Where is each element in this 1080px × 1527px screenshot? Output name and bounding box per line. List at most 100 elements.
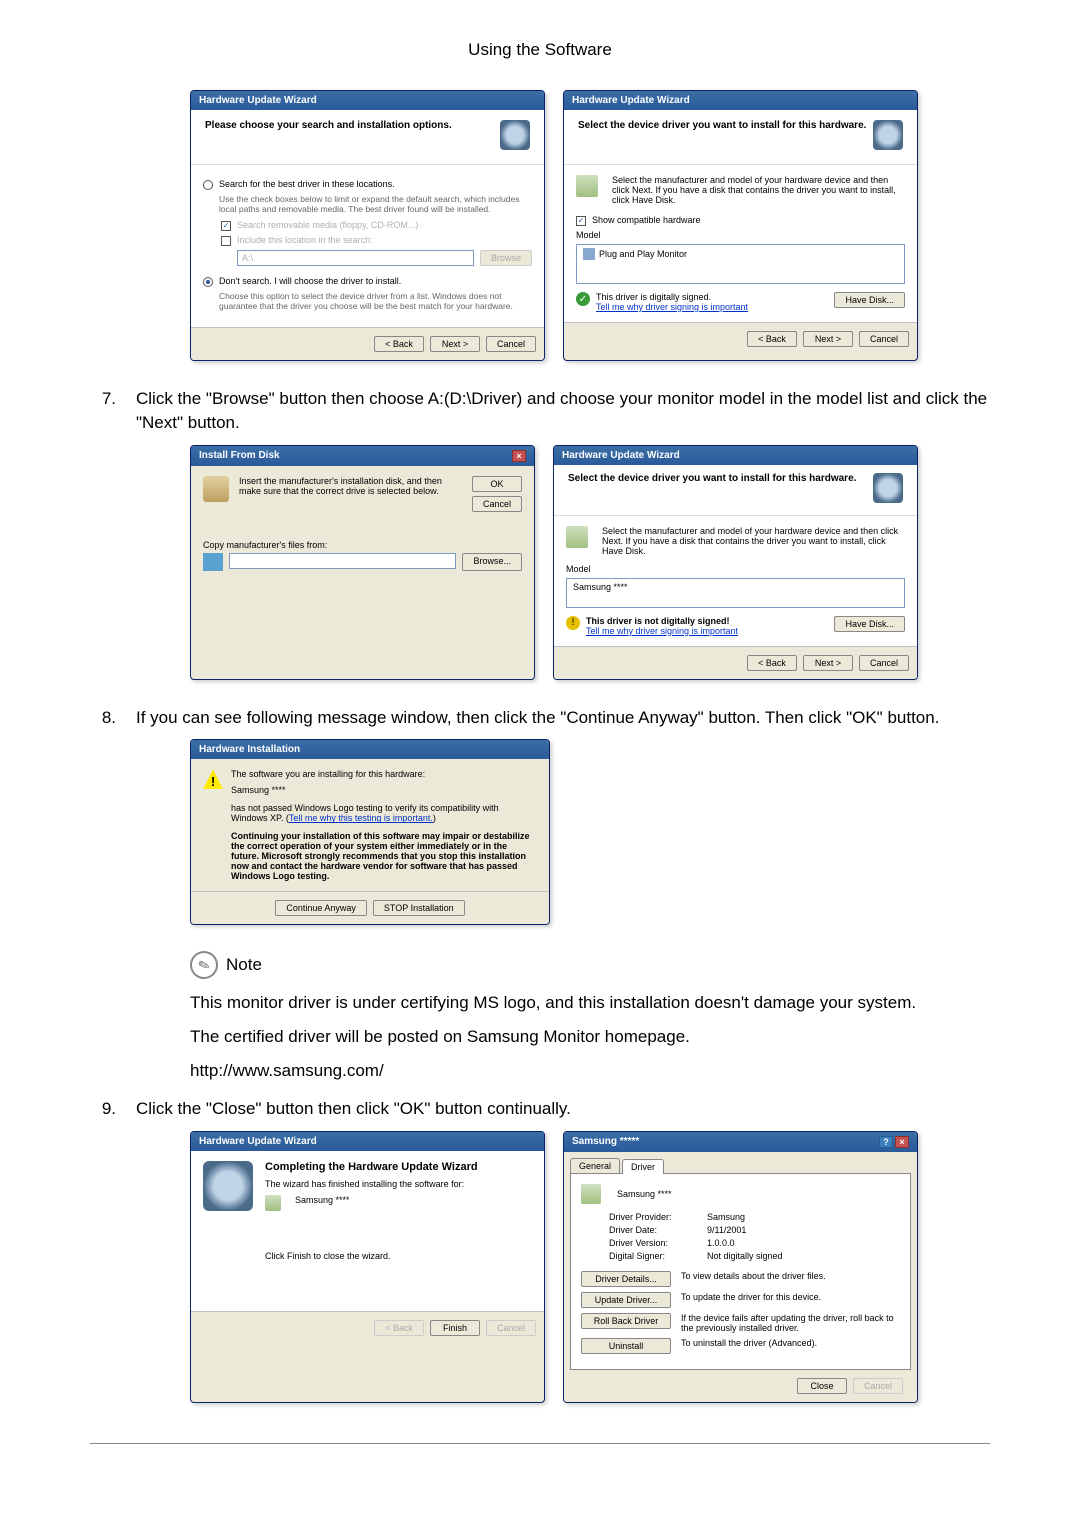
cancel-button: Cancel bbox=[853, 1378, 903, 1394]
dialog-heading: Please choose your search and installati… bbox=[205, 120, 452, 131]
dialog-title: Hardware Update Wizard bbox=[572, 95, 690, 106]
check-compatible-label: Show compatible hardware bbox=[592, 215, 701, 225]
path-input[interactable] bbox=[237, 250, 474, 266]
model-list[interactable]: Samsung **** bbox=[566, 578, 905, 608]
next-button[interactable]: Next > bbox=[803, 655, 853, 671]
next-button[interactable]: Next > bbox=[803, 331, 853, 347]
tab-driver[interactable]: Driver bbox=[622, 1159, 664, 1174]
dialog-title: Hardware Update Wizard bbox=[199, 1136, 317, 1147]
dialog-heading: Select the device driver you want to ins… bbox=[568, 473, 856, 484]
wizard-icon bbox=[873, 473, 903, 503]
dialog-search-options: Hardware Update Wizard Please choose you… bbox=[190, 90, 545, 361]
model-label: Model bbox=[566, 564, 905, 574]
device-name: Samsung **** bbox=[295, 1195, 350, 1211]
note-icon: ✎ bbox=[186, 947, 222, 983]
drive-icon bbox=[203, 553, 223, 571]
line1: The software you are installing for this… bbox=[231, 769, 537, 779]
dialog-completing-wizard: Hardware Update Wizard Completing the Ha… bbox=[190, 1131, 545, 1403]
cancel-button[interactable]: Cancel bbox=[859, 655, 909, 671]
provider-value: Samsung bbox=[707, 1212, 745, 1222]
back-button: < Back bbox=[374, 1320, 424, 1336]
browse-button[interactable]: Browse... bbox=[462, 553, 522, 571]
step-number: 9. bbox=[90, 1097, 116, 1121]
update-driver-button[interactable]: Update Driver... bbox=[581, 1292, 671, 1308]
update-driver-desc: To update the driver for this device. bbox=[681, 1292, 821, 1302]
disk-icon bbox=[576, 175, 598, 197]
signer-label: Digital Signer: bbox=[609, 1251, 699, 1261]
version-label: Driver Version: bbox=[609, 1238, 699, 1248]
stop-installation-button[interactable]: STOP Installation bbox=[373, 900, 465, 916]
dialog-hardware-installation: Hardware Installation ! The software you… bbox=[190, 739, 550, 925]
wizard-finish-icon bbox=[203, 1161, 253, 1211]
model-item[interactable]: Plug and Play Monitor bbox=[599, 249, 687, 259]
version-value: 1.0.0.0 bbox=[707, 1238, 735, 1248]
continue-anyway-button[interactable]: Continue Anyway bbox=[275, 900, 367, 916]
close-icon[interactable]: × bbox=[895, 1136, 909, 1148]
note-p1: This monitor driver is under certifying … bbox=[190, 991, 990, 1015]
ok-button[interactable]: OK bbox=[472, 476, 522, 492]
help-icon[interactable]: ? bbox=[879, 1136, 893, 1148]
radio-search[interactable] bbox=[203, 180, 213, 190]
line2: has not passed Windows Logo testing to v… bbox=[231, 803, 537, 823]
cancel-button[interactable]: Cancel bbox=[859, 331, 909, 347]
dialog-properties: Samsung ***** ? × General Driver Samsung… bbox=[563, 1131, 918, 1403]
cancel-button[interactable]: Cancel bbox=[486, 336, 536, 352]
model-item[interactable]: Samsung **** bbox=[573, 582, 628, 592]
page-title: Using the Software bbox=[90, 40, 990, 60]
wizard-icon bbox=[500, 120, 530, 150]
date-label: Driver Date: bbox=[609, 1225, 699, 1235]
testing-link[interactable]: Tell me why this testing is important. bbox=[289, 813, 433, 823]
next-button[interactable]: Next > bbox=[430, 336, 480, 352]
step-text: Click the "Close" button then click "OK"… bbox=[136, 1097, 571, 1121]
driver-details-button[interactable]: Driver Details... bbox=[581, 1271, 671, 1287]
cancel-button[interactable]: Cancel bbox=[472, 496, 522, 512]
check-removable-label: Search removable media (floppy, CD-ROM..… bbox=[237, 220, 418, 230]
model-list[interactable]: Plug and Play Monitor bbox=[576, 244, 905, 284]
tell-me-link[interactable]: Tell me why driver signing is important bbox=[596, 302, 748, 312]
browse-button[interactable]: Browse bbox=[480, 250, 532, 266]
dialog-title: Samsung ***** bbox=[572, 1136, 639, 1147]
signed-label: This driver is digitally signed. bbox=[596, 292, 748, 302]
step-number: 7. bbox=[90, 387, 116, 435]
instruction-text: Insert the manufacturer's installation d… bbox=[239, 476, 462, 496]
note-url: http://www.samsung.com/ bbox=[190, 1059, 990, 1083]
dialog-title: Hardware Update Wizard bbox=[199, 95, 317, 106]
radio-dont-search-desc: Choose this option to select the device … bbox=[219, 291, 532, 311]
radio-dont-search[interactable] bbox=[203, 277, 213, 287]
back-button[interactable]: < Back bbox=[747, 655, 797, 671]
rollback-driver-desc: If the device fails after updating the d… bbox=[681, 1313, 900, 1333]
check-location[interactable] bbox=[221, 236, 231, 246]
note-p2: The certified driver will be posted on S… bbox=[190, 1025, 990, 1049]
disk-icon bbox=[566, 526, 588, 548]
check-removable[interactable]: ✓ bbox=[221, 221, 231, 231]
signed-warn-icon: ! bbox=[566, 616, 580, 630]
monitor-icon bbox=[583, 248, 595, 260]
page-rule bbox=[90, 1443, 990, 1444]
check-compatible[interactable]: ✓ bbox=[576, 216, 586, 226]
date-value: 9/11/2001 bbox=[707, 1225, 746, 1235]
finish-button[interactable]: Finish bbox=[430, 1320, 480, 1336]
uninstall-button[interactable]: Uninstall bbox=[581, 1338, 671, 1354]
device-icon bbox=[265, 1195, 281, 1211]
floppy-icon bbox=[203, 476, 229, 502]
close-icon[interactable]: × bbox=[512, 450, 526, 462]
step-text: Click the "Browse" button then choose A:… bbox=[136, 387, 990, 435]
rollback-driver-button[interactable]: Roll Back Driver bbox=[581, 1313, 671, 1329]
signed-ok-icon: ✓ bbox=[576, 292, 590, 306]
tell-me-link[interactable]: Tell me why driver signing is important bbox=[586, 626, 738, 636]
dialog-select-driver: Hardware Update Wizard Select the device… bbox=[563, 90, 918, 361]
tab-general[interactable]: General bbox=[570, 1158, 620, 1173]
back-button[interactable]: < Back bbox=[747, 331, 797, 347]
have-disk-button[interactable]: Have Disk... bbox=[834, 292, 905, 308]
path-input[interactable] bbox=[229, 553, 456, 569]
close-button[interactable]: Close bbox=[797, 1378, 847, 1394]
instruction-text: Select the manufacturer and model of you… bbox=[612, 175, 905, 205]
copy-from-label: Copy manufacturer's files from: bbox=[203, 540, 522, 550]
wizard-icon bbox=[873, 120, 903, 150]
dialog-title: Hardware Installation bbox=[199, 744, 300, 755]
warning-bold: Continuing your installation of this sof… bbox=[231, 831, 537, 881]
back-button[interactable]: < Back bbox=[374, 336, 424, 352]
signer-value: Not digitally signed bbox=[707, 1251, 783, 1261]
dialog-title: Install From Disk bbox=[199, 450, 280, 461]
have-disk-button[interactable]: Have Disk... bbox=[834, 616, 905, 632]
